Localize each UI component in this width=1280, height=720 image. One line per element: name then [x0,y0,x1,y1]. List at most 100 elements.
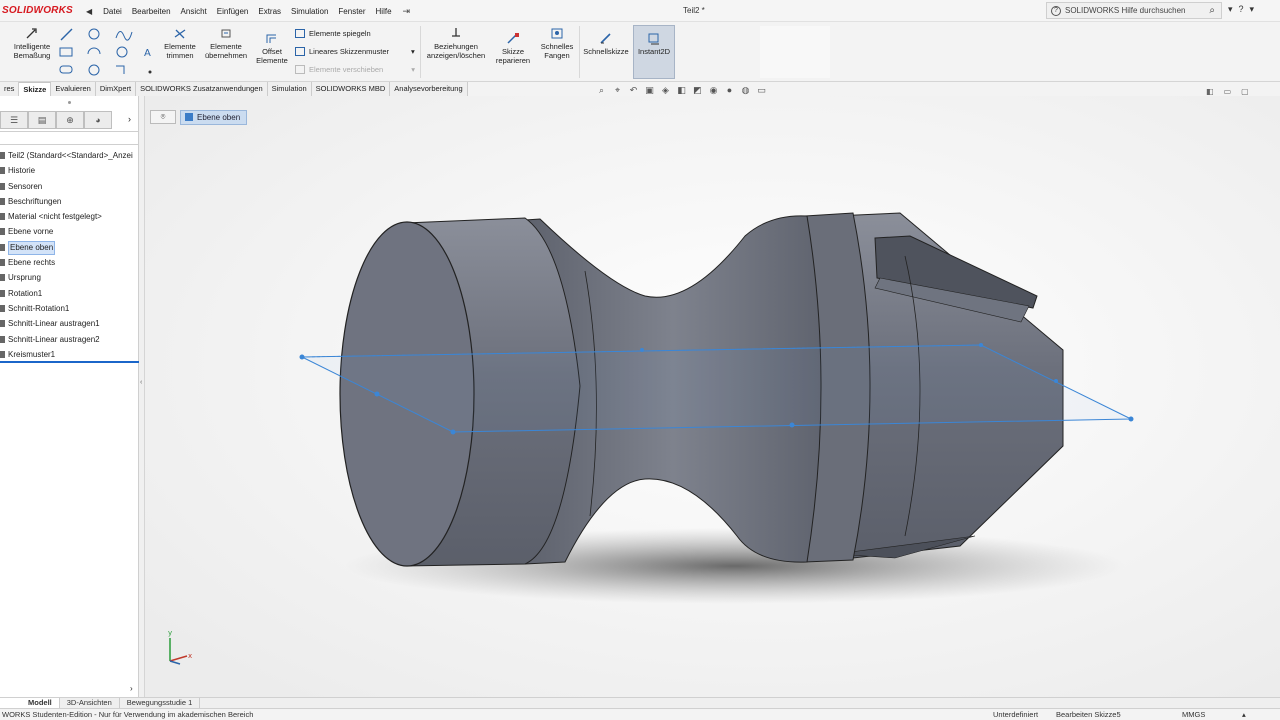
help-search[interactable]: ? SOLIDWORKS Hilfe durchsuchen ⌕ [1046,2,1222,19]
search-icon[interactable]: ⌕ [1209,5,1215,16]
tab-motion-study[interactable]: Bewegungsstudie 1 [120,698,201,708]
model-canvas[interactable]: y x [145,96,1280,697]
tab-model[interactable]: Modell [0,698,60,708]
previous-view-icon[interactable]: ↶ [627,85,640,96]
tree-item-origin[interactable]: Ursprung [0,270,139,285]
minimize-view-icon[interactable]: ▭ [1224,87,1232,96]
tab-sketch[interactable]: Skizze [19,82,52,96]
tree-item-circular-pattern1[interactable]: Kreismuster1 [0,347,139,362]
menu-simulation[interactable]: Simulation [286,7,333,16]
tree-item-history[interactable]: Historie [0,163,139,178]
pin-icon[interactable]: ⇥ [403,6,411,17]
tree-item-part[interactable]: Teil2 (Standard<<Standard>_Anzei [0,148,139,163]
breadcrumb-part-icon[interactable]: ⌾ [150,110,176,124]
apply-scene-icon[interactable]: ◍ [739,85,752,96]
restore-view-icon[interactable]: ◧ [1206,87,1214,96]
tab-simulation[interactable]: Simulation [267,82,312,96]
menu-hilfe[interactable]: Hilfe [371,7,397,16]
annotation-icon [0,197,5,205]
tree-item-revolve1[interactable]: Rotation1 [0,286,139,301]
tab-mbd[interactable]: SOLIDWORKS MBD [311,82,391,96]
tree-item-cut-revolve1[interactable]: Schnitt-Rotation1 [0,301,139,316]
section-view-icon[interactable]: ▣ [643,85,656,96]
smart-dimension-button[interactable]: Intelligente Bemaßung [8,27,56,60]
zoom-to-area-icon[interactable]: ⌖ [611,85,624,96]
convert-entities-button[interactable]: Elemente übernehmen [202,27,250,60]
linear-pattern-button[interactable]: Lineares Skizzenmuster ▾ [295,47,415,56]
quick-snaps-button[interactable]: Schnelles Fangen [538,27,576,60]
solidworks-logo: SOLIDWORKS [2,5,73,16]
repair-sketch-button[interactable]: Skizze reparieren [493,32,533,65]
tab-evaluate[interactable]: Evaluieren [51,82,96,96]
tab-analysis-prep[interactable]: Analysevorbereitung [390,82,468,96]
breadcrumb-plane[interactable]: Ebene oben [180,109,248,125]
tab-features[interactable]: res [0,82,20,96]
display-manager-tab-icon[interactable]: ◕ [84,111,112,129]
plane-icon [0,243,5,251]
mirror-icon [295,29,305,38]
offset-icon [266,34,276,43]
material-icon [0,213,5,221]
tab-addins[interactable]: SOLIDWORKS Zusatzanwendungen [136,82,268,96]
display-relations-button[interactable]: Beziehungen anzeigen/löschen [422,27,490,60]
menu-ansicht[interactable]: Ansicht [176,7,212,16]
menu-datei[interactable]: Datei [98,7,127,16]
edit-appearance-icon[interactable]: ● [723,85,736,96]
rollback-bar[interactable] [0,361,139,363]
linear-pattern-dropdown-icon[interactable]: ▾ [411,47,415,56]
menu-bearbeiten[interactable]: Bearbeiten [127,7,176,16]
menu-extras[interactable]: Extras [253,7,286,16]
menu-fenster[interactable]: Fenster [333,7,370,16]
tree-item-top-plane[interactable]: Ebene oben [0,240,139,255]
property-manager-tab-icon[interactable]: ▤ [28,111,56,129]
more-tabs-icon[interactable]: › [128,114,131,124]
offset-entities-button[interactable]: Offset Elemente [254,32,290,65]
tree-item-annotations[interactable]: Beschriftungen [0,194,139,209]
tree-item-material[interactable]: Material <nicht festgelegt> [0,209,139,224]
tree-item-cut-extrude2[interactable]: Schnitt-Linear austragen2 [0,332,139,347]
history-icon [0,167,5,175]
sketch-tools-icons[interactable]: A [58,26,158,78]
move-entities-button[interactable]: Elemente verschieben ▾ [295,65,415,74]
view-orientation-icon[interactable]: ◧ [675,85,688,96]
instant2d-label-wrap[interactable]: Instant2D [633,32,675,56]
tab-dimxpert[interactable]: DimXpert [95,82,137,96]
tree-filter[interactable] [0,131,139,145]
unit-system[interactable]: MMGS [1182,710,1205,719]
help-icon: ? [1051,5,1061,16]
display-style-icon[interactable]: ◩ [691,85,704,96]
trim-entities-button[interactable]: Elemente trimmen [160,27,200,60]
maximize-view-icon[interactable]: ▢ [1241,87,1249,96]
ribbon-separator [420,26,421,78]
menu-bar: ◀ Datei Bearbeiten Ansicht Einfügen Extr… [86,0,410,22]
feature-tree-tab-icon[interactable]: ☰ [0,111,28,129]
help-menu-icon[interactable]: ? [1239,4,1244,15]
ribbon-separator [579,26,580,78]
graphics-area[interactable]: y x [145,96,1280,697]
hide-show-icon[interactable]: ◉ [707,85,720,96]
cut-revolve-icon [0,304,5,312]
search-placeholder: SOLIDWORKS Hilfe durchsuchen [1065,6,1186,15]
view-settings-icon[interactable]: ▭ [755,85,768,96]
unit-dropdown-icon[interactable]: ▴ [1242,710,1246,719]
menu-collapse-icon[interactable]: ◀ [86,7,92,16]
linear-pattern-icon [295,47,305,56]
tab-3d-views[interactable]: 3D-Ansichten [60,698,120,708]
configuration-tab-icon[interactable]: ⊕ [56,111,84,129]
help-dropdown-icon[interactable]: ▾ [1250,4,1255,15]
splitter-grip-icon: ‹ [140,379,143,386]
tree-item-front-plane[interactable]: Ebene vorne [0,224,139,239]
status-bar: WORKS Studenten-Edition - Nur für Verwen… [0,708,1280,720]
tree-item-sensors[interactable]: Sensoren [0,179,139,194]
zoom-to-fit-icon[interactable]: ⌕ [595,85,608,96]
menu-einfuegen[interactable]: Einfügen [212,7,254,16]
mirror-entities-button[interactable]: Elemente spiegeln [295,29,371,38]
move-dropdown-icon[interactable]: ▾ [411,65,415,74]
heads-up-view-toolbar: ⌕ ⌖ ↶ ▣ ◈ ◧ ◩ ◉ ● ◍ ▭ [595,85,768,96]
tree-item-cut-extrude1[interactable]: Schnitt-Linear austragen1 [0,316,139,331]
search-dropdown-icon[interactable]: ▾ [1228,4,1233,15]
tree-item-right-plane[interactable]: Ebene rechts [0,255,139,270]
rapid-sketch-button[interactable]: Schnellskizze [582,32,630,56]
panel-scroll-right-icon[interactable]: › [130,684,133,693]
dynamic-annotation-icon[interactable]: ◈ [659,85,672,96]
